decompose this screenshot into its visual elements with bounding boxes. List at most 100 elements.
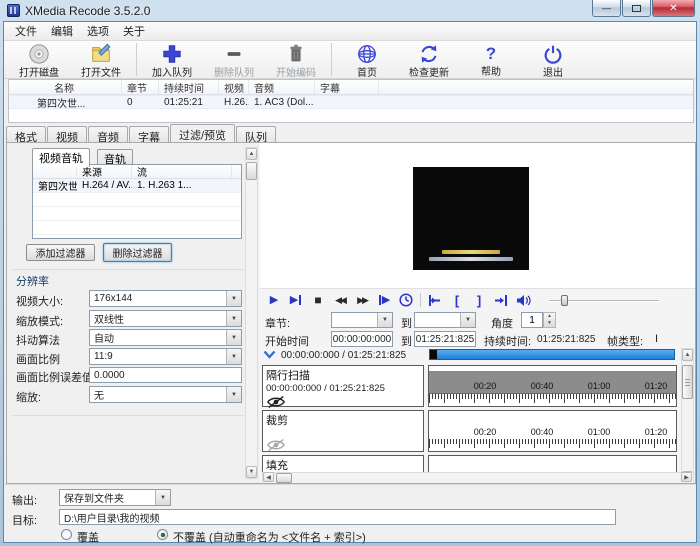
menu-file[interactable]: 文件: [8, 21, 44, 41]
menu-about[interactable]: 关于: [116, 21, 152, 41]
step-up-icon[interactable]: ▲: [547, 313, 552, 320]
no-overwrite-radio[interactable]: [157, 529, 168, 540]
end-time-input[interactable]: 01:25:21:825: [414, 331, 476, 347]
step-down-icon[interactable]: ▼: [547, 320, 552, 327]
set-start-marker-button[interactable]: [: [446, 292, 468, 308]
stream-row[interactable]: 第四次世界... H.264 / AV... 1. H.263 1...: [33, 179, 241, 193]
timeline-horizontal-scrollbar[interactable]: ◀ ▶: [262, 472, 694, 484]
chevron-down-icon: ▼: [226, 349, 241, 364]
overwrite-radio[interactable]: [61, 529, 72, 540]
jump-end-button[interactable]: [490, 292, 512, 308]
seek-bar[interactable]: [429, 349, 675, 360]
remove-filter-button[interactable]: 删除过滤器: [103, 243, 172, 262]
menu-edit[interactable]: 编辑: [44, 21, 80, 41]
add-queue-button[interactable]: 加入队列: [141, 41, 203, 78]
remove-queue-button[interactable]: 删除队列: [203, 41, 265, 78]
track-ruler[interactable]: 00:20 00:40 01:00 01:20: [428, 410, 677, 452]
maximize-button[interactable]: [622, 0, 651, 17]
next-frame-button[interactable]: ▶: [285, 292, 307, 308]
start-time-input[interactable]: 00:00:00:000: [331, 331, 393, 347]
fast-forward-button[interactable]: ▶▶: [351, 292, 373, 308]
aspect-error-input[interactable]: 0.0000: [89, 367, 242, 383]
track-ruler[interactable]: 00:20 00:40 01:00 01:20: [428, 365, 677, 407]
tab-filter-preview[interactable]: 过滤/预览: [170, 124, 235, 142]
zoom-select[interactable]: 无 ▼: [89, 386, 242, 403]
video-frame[interactable]: [413, 167, 529, 270]
scroll-up-icon[interactable]: ▲: [246, 148, 257, 160]
clock-button[interactable]: [395, 292, 417, 308]
homepage-button[interactable]: 首页: [336, 41, 398, 78]
resolution-group-title: 分辨率: [16, 273, 49, 289]
scale-mode-select[interactable]: 双线性 ▼: [89, 310, 242, 327]
subtab-video-track[interactable]: 视频音轨: [32, 148, 90, 167]
volume-slider-handle[interactable]: [561, 295, 568, 306]
close-button[interactable]: ✕: [652, 0, 695, 17]
video-size-label: 视频大小:: [16, 293, 63, 309]
globe-icon: [356, 43, 378, 65]
expander-chevron-icon[interactable]: [263, 350, 276, 359]
file-row[interactable]: 第四次世... 0 01:25:21 H.26... 1. AC3 (Dol..…: [9, 95, 693, 109]
speaker-button[interactable]: [512, 292, 534, 308]
start-encode-button[interactable]: 开始编码: [265, 41, 327, 78]
playhead-marker[interactable]: [430, 350, 437, 359]
menu-bar: 文件 编辑 选项 关于: [4, 22, 696, 41]
volume-slider[interactable]: [549, 297, 659, 305]
tab-subtitle[interactable]: 字幕: [129, 126, 169, 142]
set-end-marker-button[interactable]: ]: [468, 292, 490, 308]
window-title: XMedia Recode 3.5.2.0: [25, 4, 150, 18]
toolbar: 打开磁盘 打开文件 加入队列 删除队列: [4, 41, 696, 79]
timeline-vertical-scrollbar[interactable]: ▲ ▼: [681, 348, 694, 484]
scrollbar-thumb[interactable]: [276, 473, 292, 483]
step-forward-button[interactable]: ▶: [373, 292, 395, 308]
chapter-to-select[interactable]: ▼: [414, 312, 476, 328]
menu-options[interactable]: 选项: [80, 21, 116, 41]
add-filter-button[interactable]: 添加过滤器: [26, 244, 95, 261]
tab-format[interactable]: 格式: [6, 126, 46, 142]
aspect-select[interactable]: 11:9 ▼: [89, 348, 242, 365]
scrollbar-thumb[interactable]: [246, 162, 257, 180]
minimize-button[interactable]: —: [592, 0, 621, 17]
scroll-up-icon[interactable]: ▲: [682, 349, 693, 361]
scroll-left-icon[interactable]: ◀: [263, 472, 274, 482]
target-path-input[interactable]: D:\用户目录\我的视频: [59, 509, 616, 525]
eye-hidden-icon[interactable]: [266, 438, 286, 452]
col-name[interactable]: 名称: [9, 80, 122, 94]
tab-queue[interactable]: 队列: [236, 126, 276, 142]
help-button[interactable]: ? 帮助: [460, 41, 522, 78]
play-button[interactable]: ▶: [263, 292, 285, 308]
angle-stepper[interactable]: ▲▼: [543, 312, 556, 328]
stop-button[interactable]: ■: [307, 292, 329, 308]
title-bar: XMedia Recode 3.5.2.0 — ✕: [0, 0, 700, 21]
col-stream[interactable]: 流: [132, 165, 232, 178]
video-size-select[interactable]: 176x144 ▼: [89, 290, 242, 307]
tab-audio[interactable]: 音频: [88, 126, 128, 142]
angle-input[interactable]: 1: [521, 312, 543, 328]
open-file-button[interactable]: 打开文件: [70, 41, 132, 78]
exit-button[interactable]: 退出: [522, 41, 584, 78]
scroll-down-icon[interactable]: ▼: [246, 466, 257, 478]
col-subtitle[interactable]: 字幕: [315, 80, 379, 94]
scroll-right-icon[interactable]: ▶: [681, 472, 692, 482]
check-update-button[interactable]: 检查更新: [398, 41, 460, 78]
col-video[interactable]: 视频: [219, 80, 249, 94]
chevron-down-icon: ▼: [226, 311, 241, 326]
eye-visible-icon[interactable]: [266, 395, 286, 409]
rewind-button[interactable]: ◀◀: [329, 292, 351, 308]
scrollbar-thumb[interactable]: [682, 365, 693, 399]
col-duration[interactable]: 持续时间: [159, 80, 219, 94]
filter-panel-scrollbar[interactable]: ▲ ▼: [245, 147, 258, 479]
preview-panel: ▶ ▶ ■ ◀◀ ▶▶ ▶ [ ]: [259, 143, 696, 484]
open-disc-button[interactable]: 打开磁盘: [8, 41, 70, 78]
no-overwrite-radio-label[interactable]: 不覆盖 (自动重命名为 <文件名 + 索引>): [173, 529, 366, 545]
remove-queue-icon: [223, 43, 245, 65]
dither-select[interactable]: 自动 ▼: [89, 329, 242, 346]
overwrite-radio-label[interactable]: 覆盖: [77, 529, 99, 545]
power-icon: [542, 43, 564, 65]
tab-video[interactable]: 视频: [47, 126, 87, 142]
chapter-from-select[interactable]: ▼: [331, 312, 393, 328]
mark-start-button[interactable]: [424, 292, 446, 308]
position-readout: 00:00:00:000 / 01:25:21:825: [281, 350, 406, 361]
col-chapter[interactable]: 章节: [122, 80, 159, 94]
output-mode-select[interactable]: 保存到文件夹 ▼: [59, 489, 171, 506]
col-audio[interactable]: 音频: [249, 80, 315, 94]
